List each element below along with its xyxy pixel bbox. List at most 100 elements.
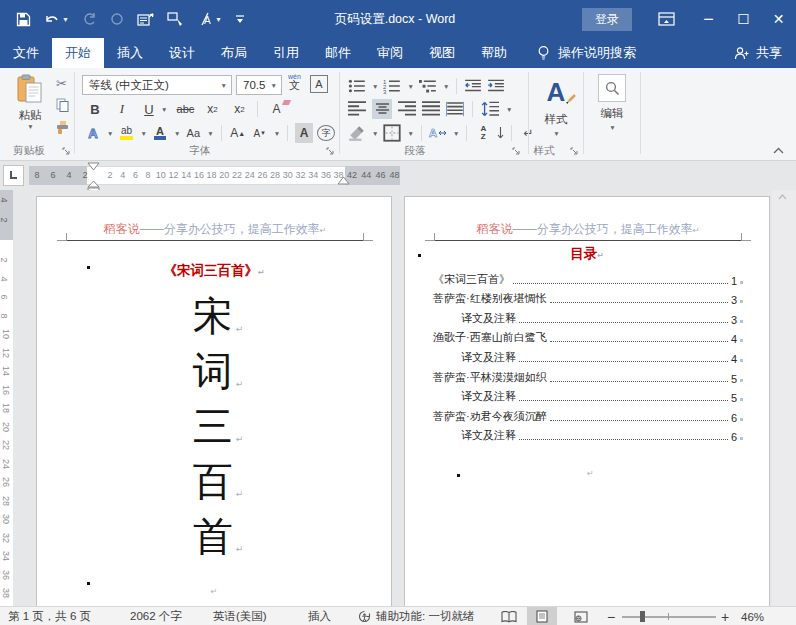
decrease-indent-button[interactable] [464,76,482,96]
tab-review[interactable]: 审阅 [364,38,416,68]
close-button[interactable]: ✕ [761,0,796,38]
toc-entry[interactable]: 译文及注释5 [433,385,743,405]
scrollbar[interactable] [772,190,796,606]
tab-references[interactable]: 引用 [260,38,312,68]
character-shading-button[interactable]: A [295,123,313,143]
pinyin-guide-button[interactable]: wén 文 [288,73,301,89]
share-button[interactable]: 共享 [734,38,782,68]
text-effects-dropdown-icon[interactable]: ▼ [107,130,113,137]
tell-me-search[interactable]: 操作说明搜索 [537,38,636,68]
borders-button[interactable] [383,123,401,143]
sort-button[interactable]: AZ [474,123,492,143]
toc-entry[interactable]: 渔歌子·西塞山前白鹭飞4 [433,326,743,346]
shading-dropdown-icon[interactable]: ▼ [372,130,378,137]
toc-entry[interactable]: 菩萨蛮·平林漠漠烟如织5 [433,365,743,385]
bullets-button[interactable] [348,76,366,96]
tab-layout[interactable]: 布局 [208,38,260,68]
page-2[interactable]: 稻客说——分享办公技巧，提高工作效率↵ 目录↵ 《宋词三百首》1菩萨蛮·红楼别夜… [404,196,770,606]
bold-button[interactable]: B [86,99,104,119]
enclose-characters-button[interactable]: 字 [317,125,335,141]
web-layout-button[interactable] [566,607,596,625]
proofing-icon[interactable]: A ▼ [196,10,222,28]
asian-layout-dropdown-icon[interactable]: ▼ [453,130,459,137]
styles-dialog-launcher[interactable] [570,147,580,157]
qat-customize-icon[interactable] [235,10,245,28]
first-line-indent-marker[interactable] [87,162,100,171]
zoom-out-button[interactable]: − [607,607,615,625]
shading-button[interactable] [348,123,366,143]
tab-home[interactable]: 开始 [52,38,104,68]
format-painter-button[interactable] [56,120,70,134]
line-spacing-dropdown-icon[interactable]: ▼ [506,106,512,113]
grow-font-button[interactable]: A▲ [229,123,247,143]
character-border-button[interactable]: A [310,75,328,93]
font-name-combo[interactable]: 等线 (中文正文) ▼ [82,75,232,95]
italic-button[interactable]: I [113,99,131,119]
ribbon-display-options-icon[interactable] [658,10,675,28]
zoom-level[interactable]: 46% [741,607,764,625]
editing-dropdown-icon[interactable]: ▼ [593,124,632,131]
tab-help[interactable]: 帮助 [468,38,520,68]
toc-entry[interactable]: 译文及注释3 [433,306,743,326]
styles-button[interactable]: A 样式 ▼ [534,76,578,137]
right-indent-marker[interactable] [337,176,350,185]
touch-mode-icon[interactable] [167,10,183,28]
clipboard-dialog-launcher[interactable] [62,147,72,157]
toc-entry[interactable]: 译文及注释4 [433,345,743,365]
tab-view[interactable]: 视图 [416,38,468,68]
toc-entry[interactable]: 菩萨蛮·红楼别夜堪惆怅3 [433,287,743,307]
underline-dropdown-icon[interactable]: ▼ [161,106,167,113]
tab-file[interactable]: 文件 [0,38,52,68]
maximize-button[interactable]: ☐ [726,0,761,38]
highlight-dropdown-icon[interactable]: ▼ [140,130,146,137]
align-right-button[interactable] [398,99,416,119]
undo-icon[interactable]: ▼ [44,10,69,28]
toc-entry[interactable]: 菩萨蛮·劝君今夜须沉醉6 [433,404,743,424]
tab-design[interactable]: 设计 [156,38,208,68]
tab-selector[interactable] [3,165,24,186]
scroll-up-icon[interactable] [778,194,787,200]
font-size-combo[interactable]: 70.5 ▼ [236,75,282,95]
bullets-dropdown-icon[interactable]: ▼ [372,83,378,90]
print-layout-button[interactable] [527,607,557,625]
justify-button[interactable] [422,99,440,119]
language-indicator[interactable]: 英语(美国) [213,607,267,625]
word-count[interactable]: 2062 个字 [130,607,182,625]
font-size-dropdown-icon[interactable]: ▼ [271,82,277,89]
zoom-slider-track[interactable] [622,616,716,618]
shrink-font-dropdown-icon[interactable]: ▼ [274,130,280,137]
toc-entry[interactable]: 《宋词三百首》1 [433,267,743,287]
zoom-in-button[interactable]: + [721,607,729,625]
minimize-button[interactable]: ─ [691,0,726,38]
page-indicator[interactable]: 第 1 页，共 6 页 [8,607,91,625]
subscript-button[interactable]: x2 [203,99,221,119]
toc-entry[interactable]: 译文及注释6 [433,424,743,444]
underline-button[interactable]: U [140,99,158,119]
styles-dropdown-icon[interactable]: ▼ [535,130,578,137]
proofing-dropdown-icon[interactable]: ▼ [215,16,222,23]
tab-insert[interactable]: 插入 [104,38,156,68]
clear-formatting-button[interactable]: A [267,99,285,119]
font-color-dropdown-icon[interactable]: ▼ [174,130,180,137]
align-left-button[interactable] [348,99,366,119]
strikethrough-button[interactable]: abc [176,99,194,119]
paste-button[interactable]: 粘贴 ▼ [8,74,52,142]
line-spacing-button[interactable] [481,99,499,119]
numbering-dropdown-icon[interactable]: ▼ [407,83,413,90]
distributed-button[interactable] [446,99,464,119]
print-preview-icon[interactable] [137,10,154,28]
tab-mailings[interactable]: 邮件 [312,38,364,68]
copy-button[interactable] [56,98,69,112]
multilevel-list-button[interactable] [419,76,437,96]
change-case-button[interactable]: Aa [184,123,202,143]
change-case-dropdown-icon[interactable]: ▼ [207,130,213,137]
read-mode-button[interactable] [494,607,524,625]
asian-layout-button[interactable]: A [429,123,447,143]
undo-dropdown-icon[interactable]: ▼ [62,16,69,23]
shrink-font-button[interactable]: A▼ [251,123,269,143]
highlight-button[interactable]: ab [117,124,135,142]
numbering-button[interactable]: 123 [383,76,401,96]
editing-button[interactable]: 编辑 ▼ [592,74,632,131]
zoom-slider-handle[interactable] [640,611,645,622]
insert-mode[interactable]: 插入 [308,607,331,625]
